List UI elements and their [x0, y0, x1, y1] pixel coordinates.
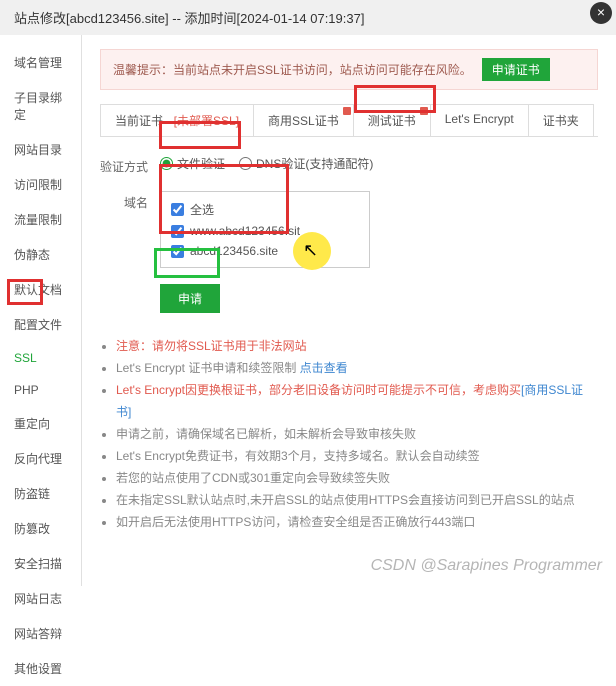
domain-row: 域名 全选 www.abcd123456.sit abcd123456.site — [100, 191, 598, 268]
sidebar-item-scan[interactable]: 安全扫描 — [0, 546, 81, 581]
sidebar-item-webdir[interactable]: 网站目录 — [0, 132, 81, 167]
sidebar-item-default-doc[interactable]: 默认文档 — [0, 272, 81, 307]
sidebar-item-hotlink[interactable]: 防盗链 — [0, 476, 81, 511]
note-8: 如开启后无法使用HTTPS访问，请检查安全组是否正确放行443端口 — [116, 511, 598, 533]
main-area: 域名管理 子目录绑定 网站目录 访问限制 流量限制 伪静态 默认文档 配置文件 … — [0, 35, 616, 586]
radio-file-verify[interactable]: 文件验证 — [160, 155, 225, 172]
radio-dns-input[interactable] — [239, 157, 252, 170]
select-all-checkbox[interactable] — [171, 203, 184, 216]
apply-button[interactable]: 申请 — [160, 284, 220, 313]
close-button[interactable]: × — [590, 2, 612, 24]
sidebar-item-subdir[interactable]: 子目录绑定 — [0, 80, 81, 132]
sidebar-item-rewrite[interactable]: 伪静态 — [0, 237, 81, 272]
sidebar-item-domain[interactable]: 域名管理 — [0, 45, 81, 80]
sidebar-item-php[interactable]: PHP — [0, 374, 81, 406]
content-panel: 温馨提示：当前站点未开启SSL证书访问，站点访问可能存在风险。 申请证书 当前证… — [82, 35, 616, 586]
select-all-item[interactable]: 全选 — [171, 198, 359, 221]
tab-letsencrypt[interactable]: Let's Encrypt — [430, 104, 529, 136]
apply-cert-button[interactable]: 申请证书 — [482, 58, 550, 81]
note-4: 申请之前，请确保域名已解析，如未解析会导致审核失败 — [116, 423, 598, 445]
note-6: 若您的站点使用了CDN或301重定向会导致续签失败 — [116, 467, 598, 489]
sidebar-item-traffic[interactable]: 流量限制 — [0, 202, 81, 237]
modal-header: 站点修改[abcd123456.site] -- 添加时间[2024-01-14… — [0, 0, 616, 35]
sidebar-item-access[interactable]: 访问限制 — [0, 167, 81, 202]
alert-bar: 温馨提示：当前站点未开启SSL证书访问，站点访问可能存在风险。 申请证书 — [100, 49, 598, 90]
note-5: Let's Encrypt免费证书，有效期3个月，支持多域名。默认会自动续签 — [116, 445, 598, 467]
sidebar-item-config[interactable]: 配置文件 — [0, 307, 81, 342]
note-7: 在未指定SSL默认站点时,未开启SSL的站点使用HTTPS会直接访问到已开启SS… — [116, 489, 598, 511]
sidebar-item-debate[interactable]: 网站答辩 — [0, 616, 81, 651]
tab-current-cert[interactable]: 当前证书 - [未部署SSL] — [100, 104, 254, 136]
domain-item-1[interactable]: www.abcd123456.sit — [171, 221, 359, 241]
sidebar-item-other[interactable]: 其他设置 — [0, 651, 81, 686]
notes-list: 注意：请勿将SSL证书用于非法网站 Let's Encrypt 证书申请和续签限… — [100, 335, 598, 533]
cursor-icon: ↖ — [303, 240, 318, 261]
tab-test[interactable]: 测试证书 — [353, 104, 431, 136]
verify-row: 验证方式 文件验证 DNS验证(支持通配符) — [100, 155, 598, 175]
note-2: Let's Encrypt 证书申请和续签限制 点击查看 — [116, 357, 598, 379]
alert-text: 温馨提示：当前站点未开启SSL证书访问，站点访问可能存在风险。 — [113, 61, 472, 78]
ssl-tabs: 当前证书 - [未部署SSL] 商用SSL证书 测试证书 Let's Encry… — [100, 104, 598, 137]
sidebar-item-proxy[interactable]: 反向代理 — [0, 441, 81, 476]
modal-title: 站点修改[abcd123456.site] -- 添加时间[2024-01-14… — [14, 11, 364, 26]
note-3: Let's Encrypt因更换根证书，部分老旧设备访问时可能提示不可信，考虑购… — [116, 379, 598, 423]
domain-list: 全选 www.abcd123456.sit abcd123456.site — [160, 191, 370, 268]
sidebar-item-ssl[interactable]: SSL — [0, 342, 81, 374]
domain-label: 域名 — [100, 191, 160, 211]
radio-file-input[interactable] — [160, 157, 173, 170]
sidebar-item-tamper[interactable]: 防篡改 — [0, 511, 81, 546]
domain-checkbox-1[interactable] — [171, 225, 184, 238]
sidebar-item-redirect[interactable]: 重定向 — [0, 406, 81, 441]
verify-label: 验证方式 — [100, 155, 160, 175]
sidebar-item-log[interactable]: 网站日志 — [0, 581, 81, 616]
link-view[interactable]: 点击查看 — [300, 361, 348, 375]
tab-commercial[interactable]: 商用SSL证书 — [253, 104, 354, 136]
domain-checkbox-2[interactable] — [171, 245, 184, 258]
tab-cert-folder[interactable]: 证书夹 — [528, 104, 594, 136]
watermark: CSDN @Sarapines Programmer — [371, 557, 602, 575]
radio-dns-verify[interactable]: DNS验证(支持通配符) — [239, 155, 373, 172]
note-1: 注意：请勿将SSL证书用于非法网站 — [116, 335, 598, 357]
sidebar: 域名管理 子目录绑定 网站目录 访问限制 流量限制 伪静态 默认文档 配置文件 … — [0, 35, 82, 586]
